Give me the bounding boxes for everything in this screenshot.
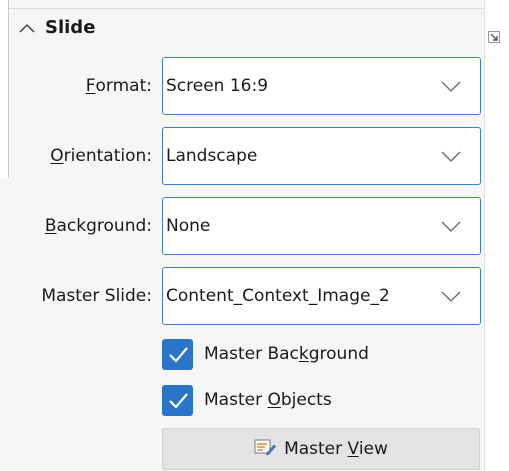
orientation-dropdown[interactable]: Landscape <box>162 127 481 185</box>
edit-slide-icon <box>254 438 276 460</box>
background-value: None <box>166 216 211 236</box>
master-objects-checkbox[interactable] <box>162 384 193 416</box>
master-background-label: Master Background <box>204 344 369 364</box>
section-title: Slide <box>45 16 96 38</box>
master-view-label-accel: V <box>347 439 359 459</box>
chevron-down-icon <box>440 149 462 163</box>
master-view-label-post: iew <box>358 439 388 459</box>
format-value: Screen 16:9 <box>166 76 269 96</box>
master-objects-label-accel: O <box>267 390 281 410</box>
slide-section-header[interactable]: Slide <box>19 13 95 41</box>
more-options-icon[interactable] <box>487 30 501 44</box>
master-objects-label: Master Objects <box>204 390 332 410</box>
checkmark-icon <box>168 393 188 409</box>
master-slide-label: Master Slide: <box>41 286 152 306</box>
deck-tab-bar <box>484 0 509 471</box>
master-background-checkbox[interactable] <box>162 338 193 370</box>
chevron-up-icon <box>19 18 35 37</box>
chevron-down-icon <box>440 219 462 233</box>
orientation-label: Orientation: <box>50 127 152 185</box>
master-background-label-pre: Master Bac <box>204 344 299 364</box>
format-dropdown[interactable]: Screen 16:9 <box>162 57 481 115</box>
master-objects-label-pre: Master <box>204 390 268 410</box>
master-background-checkbox-row[interactable]: Master Background <box>162 335 369 373</box>
master-background-label-post: ground <box>308 344 369 364</box>
section-divider <box>9 8 485 9</box>
background-label-post: ackground: <box>56 216 152 236</box>
master-view-label: Master View <box>284 439 388 459</box>
background-dropdown[interactable]: None <box>162 197 481 255</box>
master-objects-checkbox-row[interactable]: Master Objects <box>162 381 332 419</box>
background-label-accel: B <box>44 216 57 236</box>
checkmark-icon <box>168 347 188 363</box>
chevron-down-icon <box>440 79 462 93</box>
master-background-label-accel: k <box>298 344 309 364</box>
master-slide-dropdown[interactable]: Content_Context_Image_2 <box>162 267 481 325</box>
master-view-label-pre: Master <box>284 439 348 459</box>
slide-properties-panel: Slide Format: Screen 16:9 Orientation: L… <box>0 0 509 471</box>
format-label-post: ormat: <box>95 76 152 96</box>
chevron-down-icon <box>440 289 462 303</box>
orientation-value: Landscape <box>166 146 258 166</box>
background-label: Background: <box>45 197 152 255</box>
orientation-label-accel: O <box>50 146 64 166</box>
master-slide-value: Content_Context_Image_2 <box>166 286 390 306</box>
left-edge-strip <box>0 0 9 178</box>
orientation-label-post: rientation: <box>63 146 152 166</box>
format-label-accel: F <box>85 76 96 96</box>
master-objects-label-post: bjects <box>280 390 332 410</box>
master-view-button[interactable]: Master View <box>162 428 480 470</box>
format-label: Format: <box>86 57 152 115</box>
